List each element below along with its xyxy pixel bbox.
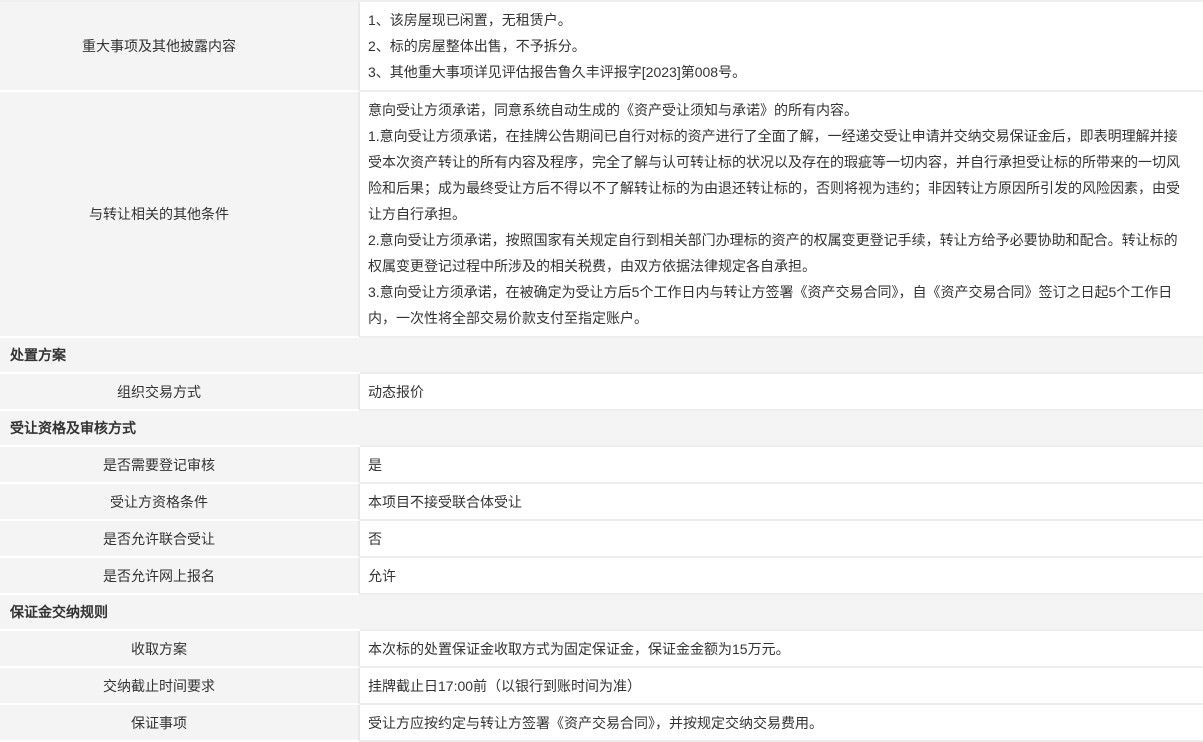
row-label: 是否需要登记审核 bbox=[0, 447, 360, 484]
row-value: 是 bbox=[360, 447, 1203, 484]
value-paragraph: 3、其他重大事项详见评估报告鲁久丰评报字[2023]第008号。 bbox=[368, 59, 1191, 85]
row-value: 受让方应按约定与转让方签署《资产交易合同》，并按规定交纳交易费用。 bbox=[360, 705, 1203, 742]
row-value: 本次标的处置保证金收取方式为固定保证金，保证金金额为15万元。 bbox=[360, 631, 1203, 668]
row-value: 意向受让方须承诺，同意系统自动生成的《资产受让须知与承诺》的所有内容。 1.意向… bbox=[360, 92, 1203, 338]
table-row: 受让方资格条件 本项目不接受联合体受让 bbox=[0, 484, 1203, 521]
value-paragraph: 挂牌截止日17:00前（以银行到账时间为准） bbox=[368, 677, 641, 695]
section-filler bbox=[360, 411, 1203, 447]
section-row: 保证金交纳规则 bbox=[0, 595, 1203, 631]
row-label: 受让方资格条件 bbox=[0, 484, 360, 521]
asset-detail-table: 重大事项及其他披露内容 1、该房屋现已闲置，无租赁户。 2、标的房屋整体出售，不… bbox=[0, 0, 1203, 742]
section-title: 受让资格及审核方式 bbox=[0, 411, 360, 447]
row-value: 允许 bbox=[360, 558, 1203, 595]
row-label: 保证事项 bbox=[0, 705, 360, 742]
row-value: 动态报价 bbox=[360, 374, 1203, 411]
value-paragraph: 3.意向受让方须承诺，在被确定为受让方后5个工作日内与转让方签署《资产交易合同》… bbox=[368, 279, 1191, 331]
table-row: 与转让相关的其他条件 意向受让方须承诺，同意系统自动生成的《资产受让须知与承诺》… bbox=[0, 92, 1203, 338]
row-value: 本项目不接受联合体受让 bbox=[360, 484, 1203, 521]
value-paragraph: 2、标的房屋整体出售，不予拆分。 bbox=[368, 33, 1191, 59]
value-paragraph: 是 bbox=[368, 456, 382, 474]
row-value: 否 bbox=[360, 521, 1203, 558]
table-row: 是否需要登记审核 是 bbox=[0, 447, 1203, 484]
value-paragraph: 动态报价 bbox=[368, 383, 424, 401]
value-paragraph: 1.意向受让方须承诺，在挂牌公告期间已自行对标的资产进行了全面了解，一经递交受让… bbox=[368, 123, 1191, 227]
table-row: 重大事项及其他披露内容 1、该房屋现已闲置，无租赁户。 2、标的房屋整体出售，不… bbox=[0, 2, 1203, 92]
section-title: 保证金交纳规则 bbox=[0, 595, 360, 631]
value-paragraph: 本次标的处置保证金收取方式为固定保证金，保证金金额为15万元。 bbox=[368, 640, 790, 658]
section-row: 受让资格及审核方式 bbox=[0, 411, 1203, 447]
value-paragraph: 受让方应按约定与转让方签署《资产交易合同》，并按规定交纳交易费用。 bbox=[368, 714, 823, 732]
section-row: 处置方案 bbox=[0, 338, 1203, 374]
value-paragraph: 本项目不接受联合体受让 bbox=[368, 493, 522, 511]
value-paragraph: 意向受让方须承诺，同意系统自动生成的《资产受让须知与承诺》的所有内容。 bbox=[368, 97, 1191, 123]
row-label: 与转让相关的其他条件 bbox=[0, 92, 360, 338]
value-paragraph: 2.意向受让方须承诺，按照国家有关规定自行到相关部门办理标的资产的权属变更登记手… bbox=[368, 227, 1191, 279]
table-row: 交纳截止时间要求 挂牌截止日17:00前（以银行到账时间为准） bbox=[0, 668, 1203, 705]
row-label: 是否允许联合受让 bbox=[0, 521, 360, 558]
table-row: 保证事项 受让方应按约定与转让方签署《资产交易合同》，并按规定交纳交易费用。 bbox=[0, 705, 1203, 742]
row-label: 组织交易方式 bbox=[0, 374, 360, 411]
row-label: 重大事项及其他披露内容 bbox=[0, 2, 360, 92]
section-filler bbox=[360, 338, 1203, 374]
value-paragraph: 否 bbox=[368, 530, 382, 548]
table-row: 组织交易方式 动态报价 bbox=[0, 374, 1203, 411]
row-value: 1、该房屋现已闲置，无租赁户。 2、标的房屋整体出售，不予拆分。 3、其他重大事… bbox=[360, 2, 1203, 92]
row-value: 挂牌截止日17:00前（以银行到账时间为准） bbox=[360, 668, 1203, 705]
section-filler bbox=[360, 595, 1203, 631]
section-title: 处置方案 bbox=[0, 338, 360, 374]
table-row: 收取方案 本次标的处置保证金收取方式为固定保证金，保证金金额为15万元。 bbox=[0, 631, 1203, 668]
table-row: 是否允许联合受让 否 bbox=[0, 521, 1203, 558]
value-paragraph: 允许 bbox=[368, 567, 396, 585]
table-row: 是否允许网上报名 允许 bbox=[0, 558, 1203, 595]
row-label: 收取方案 bbox=[0, 631, 360, 668]
value-paragraph: 1、该房屋现已闲置，无租赁户。 bbox=[368, 7, 1191, 33]
row-label: 是否允许网上报名 bbox=[0, 558, 360, 595]
row-label: 交纳截止时间要求 bbox=[0, 668, 360, 705]
